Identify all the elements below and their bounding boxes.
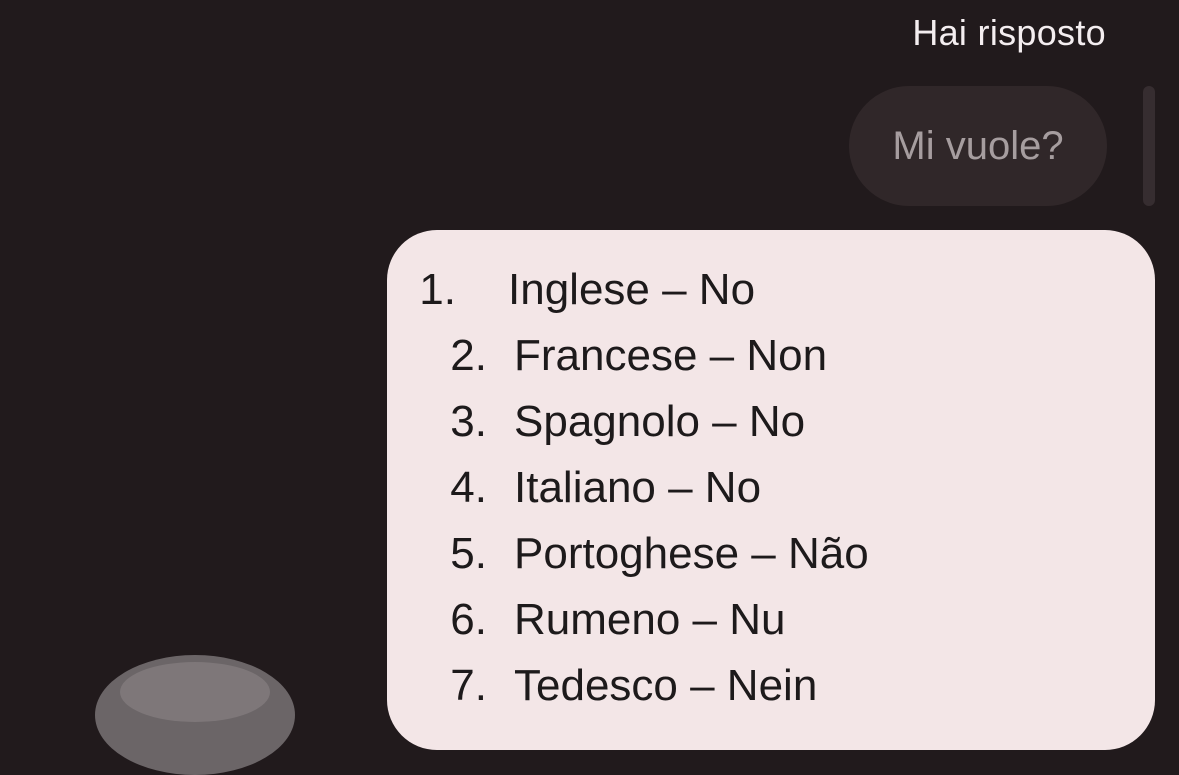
list-item-number: 1.: [419, 265, 456, 314]
list-item-text: Francese – Non: [514, 331, 828, 380]
list-item: 2. Francese – Non: [387, 326, 1155, 392]
list-item-text: Inglese – No: [508, 265, 756, 314]
list-item-number: 2.: [450, 331, 487, 380]
quoted-message-text: Mi vuole?: [892, 123, 1064, 168]
list-item: 6. Rumeno – Nu: [387, 590, 1155, 656]
list-item-text: Italiano – No: [514, 463, 762, 512]
language-list: 1. Inglese – No 2. Francese – Non 3. Spa…: [387, 260, 1155, 722]
list-item: 4. Italiano – No: [387, 458, 1155, 524]
list-item-number: 4.: [450, 463, 487, 512]
avatar-highlight: [120, 662, 270, 722]
scrollbar[interactable]: [1143, 86, 1155, 206]
list-item-number: 7.: [450, 661, 487, 710]
list-item-text: Tedesco – Nein: [514, 661, 818, 710]
list-item: 3. Spagnolo – No: [387, 392, 1155, 458]
list-item-text: Portoghese – Não: [514, 529, 869, 578]
list-item: 5. Portoghese – Não: [387, 524, 1155, 590]
list-item-text: Spagnolo – No: [514, 397, 806, 446]
list-item-number: 3.: [450, 397, 487, 446]
list-item: 7. Tedesco – Nein: [387, 656, 1155, 722]
list-item-number: 6.: [450, 595, 487, 644]
list-item-text: Rumeno – Nu: [514, 595, 786, 644]
message-bubble[interactable]: 1. Inglese – No 2. Francese – Non 3. Spa…: [387, 230, 1155, 750]
list-item-number: 5.: [450, 529, 487, 578]
list-item: 1. Inglese – No: [387, 260, 1155, 326]
quoted-message-bubble[interactable]: Mi vuole?: [849, 86, 1107, 206]
reply-label: Hai risposto: [912, 12, 1106, 53]
